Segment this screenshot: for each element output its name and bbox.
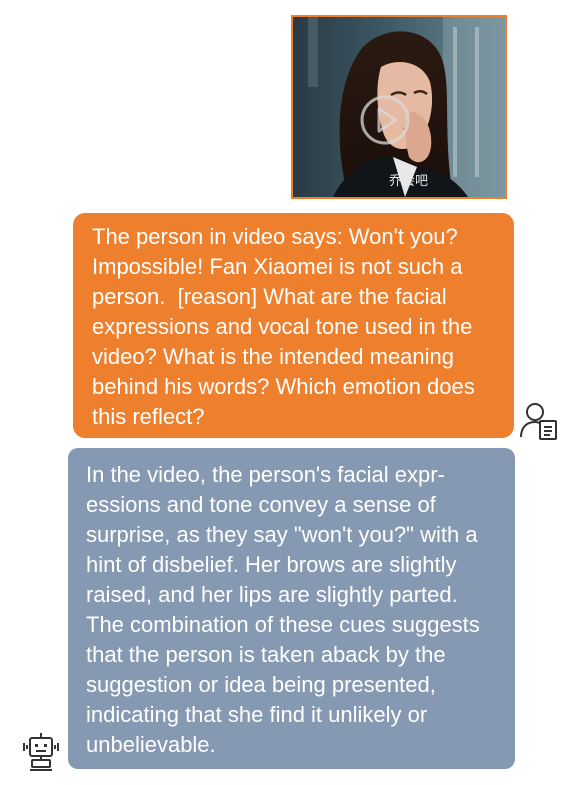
user-document-icon xyxy=(520,403,557,440)
video-subtitle: 乔会吧 xyxy=(389,174,429,189)
assistant-message-bubble: In the video, the person's facial expr-e… xyxy=(68,448,515,769)
user-message-bubble: The person in video says: Won't you? Imp… xyxy=(73,213,514,438)
user-message-text: The person in video says: Won't you? Imp… xyxy=(92,224,481,429)
play-circle-icon[interactable] xyxy=(359,94,411,146)
assistant-message-text: In the video, the person's facial expr-e… xyxy=(86,462,486,757)
robot-icon xyxy=(23,733,59,771)
video-thumbnail[interactable]: 乔会吧 xyxy=(291,15,507,199)
chat-transcript: 乔会吧 The person in video says: Won't you?… xyxy=(0,0,575,785)
